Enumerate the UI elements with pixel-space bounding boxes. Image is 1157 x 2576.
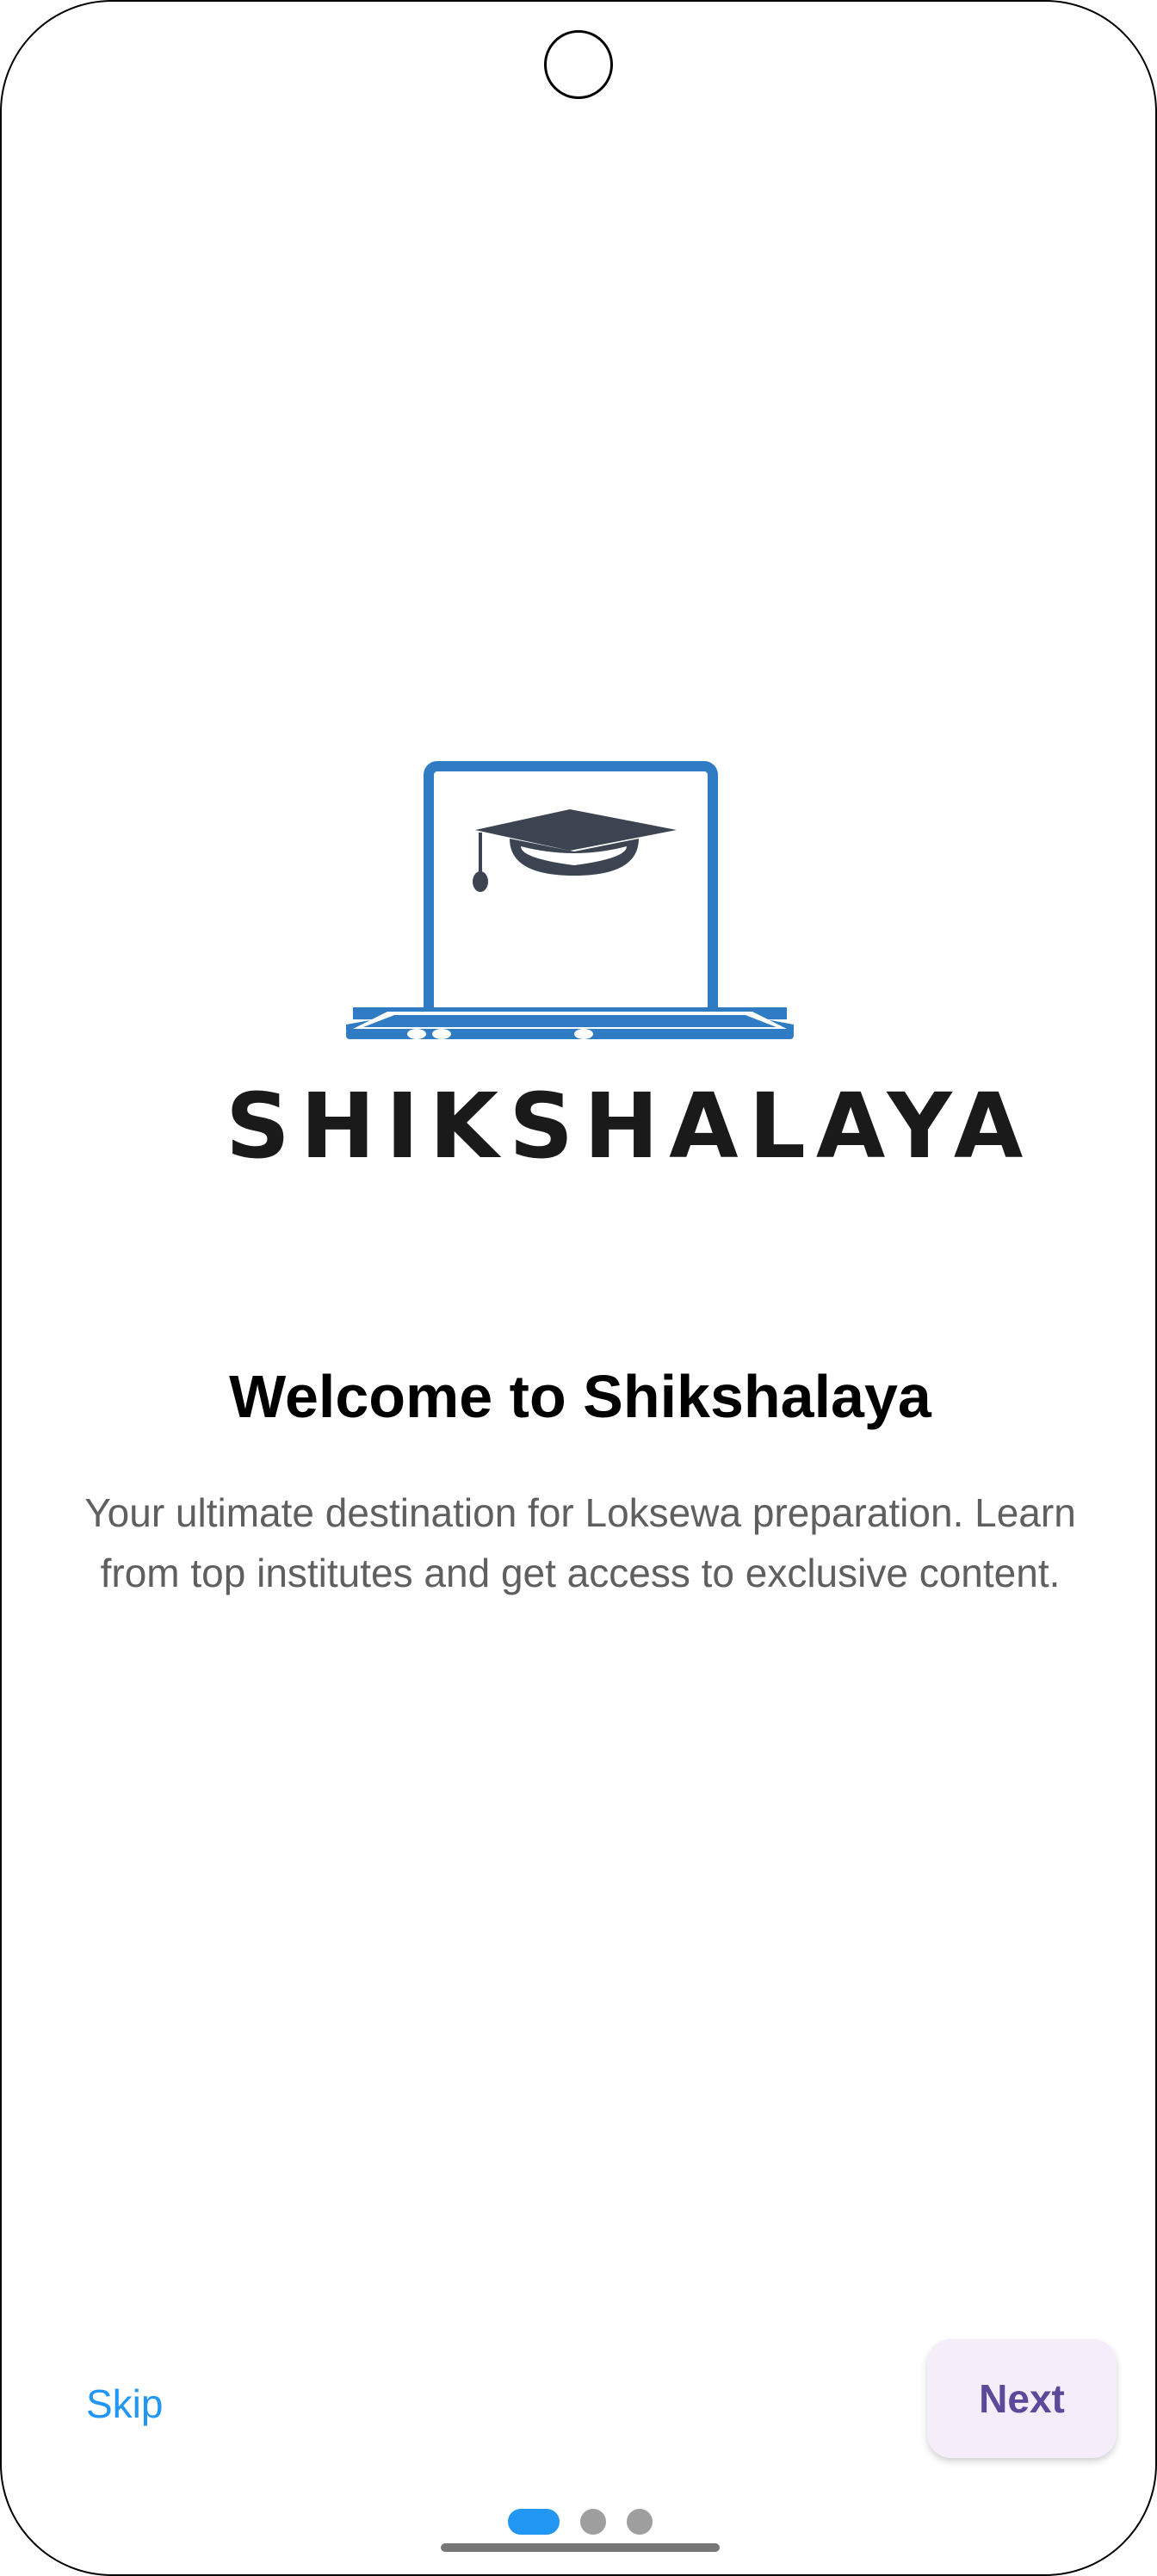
laptop-graduation-cap-icon (346, 761, 794, 1039)
device-frame: SHIKSHALAYA Welcome to Shikshalaya Your … (0, 0, 1157, 2576)
welcome-description: Your ultimate destination for Loksewa pr… (84, 1490, 1076, 1595)
page-dot (627, 2509, 653, 2535)
welcome-title: Welcome to Shikshalaya (229, 1363, 931, 1430)
page-dot (580, 2509, 606, 2535)
camera-cutout (544, 30, 613, 99)
logo-wordmark: SHIKSHALAYA (226, 1074, 1034, 1179)
skip-button[interactable]: Skip (60, 2361, 189, 2447)
home-indicator-bar[interactable] (441, 2543, 720, 2552)
app-logo: SHIKSHALAYA (226, 755, 1034, 1179)
page-indicator (2, 2509, 1157, 2536)
page-dot-active (508, 2509, 560, 2535)
next-button[interactable]: Next (927, 2339, 1117, 2458)
